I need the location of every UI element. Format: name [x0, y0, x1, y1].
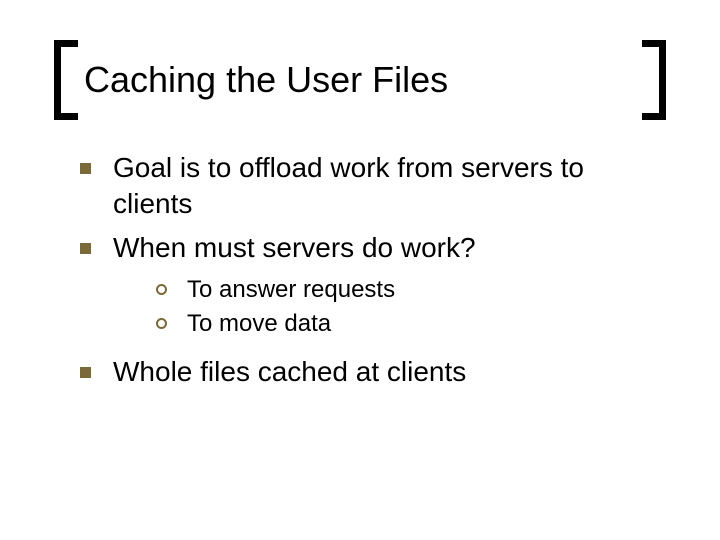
bullet-text: To answer requests	[187, 274, 395, 306]
list-item: Whole files cached at clients	[80, 354, 660, 390]
list-item: To answer requests	[156, 274, 660, 306]
circle-bullet-icon	[156, 318, 167, 329]
slide-title: Caching the User Files	[84, 40, 636, 120]
bullet-text: Whole files cached at clients	[113, 354, 466, 390]
square-bullet-icon	[80, 367, 91, 378]
square-bullet-icon	[80, 163, 91, 174]
slide: Caching the User Files Goal is to offloa…	[0, 0, 720, 540]
bullet-text: To move data	[187, 308, 331, 340]
bracket-left-icon	[54, 40, 78, 120]
bullet-text: Goal is to offload work from servers to …	[113, 150, 660, 222]
slide-body: Goal is to offload work from servers to …	[80, 150, 660, 398]
list-item: Goal is to offload work from servers to …	[80, 150, 660, 222]
bracket-right-icon	[642, 40, 666, 120]
bullet-text: When must servers do work?	[113, 230, 476, 266]
circle-bullet-icon	[156, 284, 167, 295]
list-item: To move data	[156, 308, 660, 340]
title-bar: Caching the User Files	[54, 40, 666, 120]
square-bullet-icon	[80, 243, 91, 254]
list-item: When must servers do work?	[80, 230, 660, 266]
sublist: To answer requests To move data	[156, 274, 660, 340]
